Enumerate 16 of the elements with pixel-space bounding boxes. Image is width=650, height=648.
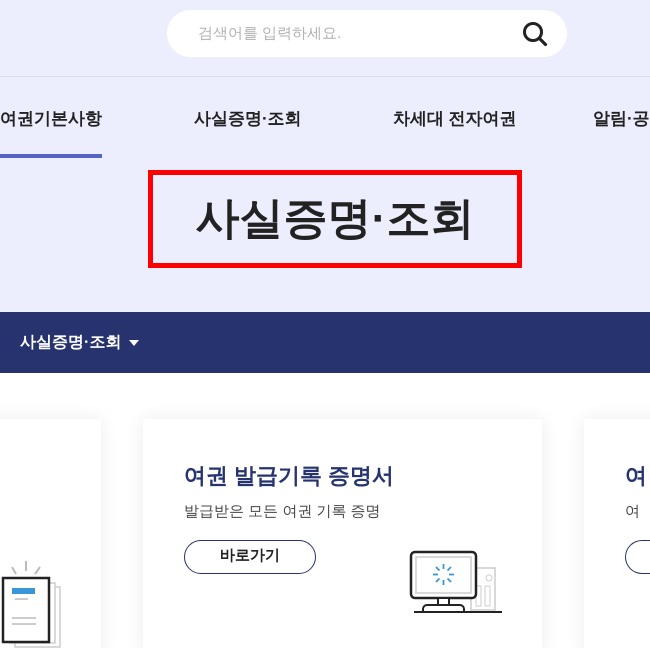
nav-tab[interactable]: 사실증명·조회 bbox=[194, 106, 302, 158]
computer-icon bbox=[409, 550, 503, 614]
nav-tab[interactable]: 차세대 전자여권 bbox=[393, 106, 517, 158]
nav-tab[interactable]: 알림·공 bbox=[593, 106, 650, 158]
section-dropdown[interactable]: 사실증명·조회 bbox=[20, 330, 140, 354]
search-field[interactable]: 검색어를 입력하세요. bbox=[167, 10, 567, 57]
card-description: 발급받은 모든 여권 기록 증명 bbox=[184, 502, 382, 522]
card-description: 여 bbox=[625, 502, 641, 522]
page-title: 사실증명·조회 bbox=[196, 193, 474, 245]
nav-tab[interactable]: 여권기본사항 bbox=[0, 106, 102, 158]
card-title: 여 bbox=[625, 462, 648, 490]
search-button[interactable] bbox=[521, 20, 549, 48]
shortcut-button[interactable]: 바로가기 bbox=[184, 540, 316, 574]
search-icon bbox=[522, 21, 548, 47]
card-title: 여권 발급기록 증명서 bbox=[184, 462, 396, 490]
caret-icon bbox=[129, 340, 140, 346]
